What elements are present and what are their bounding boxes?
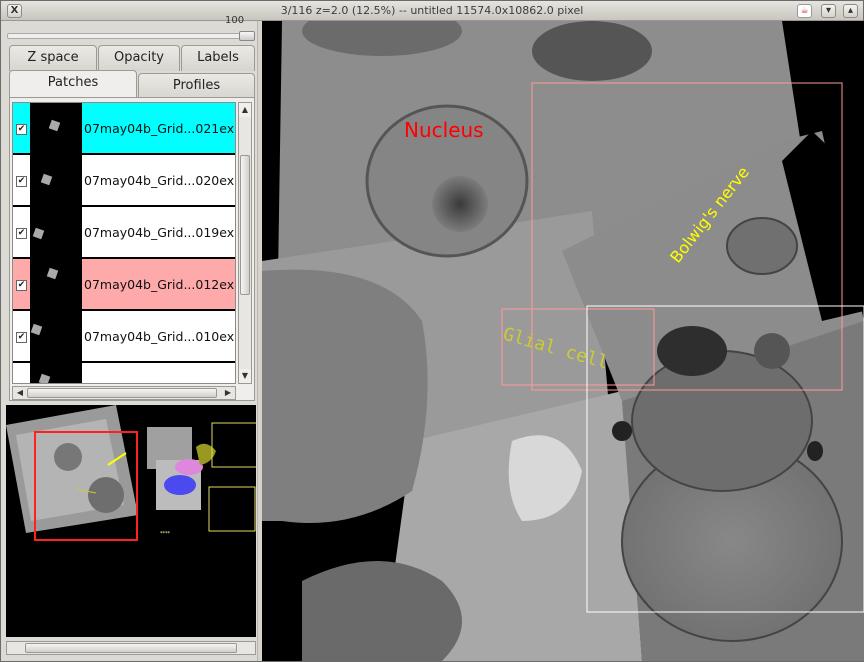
slider-thumb[interactable] [239, 31, 255, 41]
patch-row-0[interactable]: ✔ 07may04b_Grid...021ex [13, 103, 235, 155]
list-horizontal-scrollbar[interactable]: ◀ ▶ [12, 386, 236, 400]
visibility-checkbox[interactable]: ✔ [16, 280, 27, 291]
visibility-checkbox[interactable]: ✔ [16, 228, 27, 239]
scroll-right-icon[interactable]: ▶ [221, 387, 235, 399]
patches-panel: ✔ 07may04b_Grid...021ex ✔ 07may04b_Grid.… [9, 97, 255, 401]
list-vertical-scrollbar[interactable]: ▲ ▼ [238, 102, 252, 384]
patch-name: 07may04b_Grid...021ex [84, 121, 235, 136]
slider-track[interactable] [7, 33, 255, 39]
visibility-checkbox[interactable]: ✔ [16, 124, 27, 135]
image-canvas[interactable]: Nucleus Bolwig's nerve Glial cell [262, 21, 864, 661]
slider-value: 100 [225, 15, 245, 26]
title-bar: X 3/116 z=2.0 (12.5%) -- untitled 11574.… [1, 1, 863, 21]
patch-thumbnail [30, 259, 82, 309]
patch-row-3[interactable]: ✔ 07may04b_Grid...012ex [13, 259, 235, 311]
patch-name: 07may04b_Grid...012ex [84, 277, 235, 292]
visibility-checkbox[interactable]: ✔ [16, 332, 27, 343]
app-window: X 3/116 z=2.0 (12.5%) -- untitled 11574.… [0, 0, 864, 662]
scroll-left-icon[interactable]: ◀ [13, 387, 27, 399]
window-title: 3/116 z=2.0 (12.5%) -- untitled 11574.0x… [280, 4, 584, 17]
transparency-slider[interactable]: 100 [7, 15, 255, 41]
navigator-scrollbar[interactable] [6, 641, 256, 655]
patch-name: 07may04b_Grid...019ex [84, 225, 235, 240]
tab-profiles[interactable]: Profiles [138, 73, 255, 99]
maximize-button[interactable]: ▴ [843, 4, 858, 18]
tab-patches[interactable]: Patches [9, 70, 137, 97]
patch-thumbnail [30, 363, 82, 383]
patch-row-1[interactable]: ✔ 07may04b_Grid...020ex [13, 155, 235, 207]
navigator-overview[interactable]: · **** [6, 405, 256, 637]
tab-opacity[interactable]: Opacity [98, 45, 180, 71]
patch-row-4[interactable]: ✔ 07may04b_Grid...010ex [13, 311, 235, 363]
java-icon: ☕ [797, 4, 812, 18]
em-mosaic: Nucleus Bolwig's nerve Glial cell [262, 21, 864, 661]
patch-thumbnail [30, 103, 82, 153]
patches-list: ✔ 07may04b_Grid...021ex ✔ 07may04b_Grid.… [12, 102, 236, 384]
patch-thumbnail [30, 311, 82, 361]
patch-row-2[interactable]: ✔ 07may04b_Grid...019ex [13, 207, 235, 259]
minimize-button[interactable]: ▾ [821, 4, 836, 18]
svg-text:****: **** [160, 531, 171, 537]
patch-thumbnail [30, 155, 82, 205]
label-nucleus[interactable]: Nucleus [404, 118, 484, 142]
scroll-thumb[interactable] [240, 155, 250, 295]
patch-name: 07may04b_Grid...010ex [84, 329, 235, 344]
tab-labels[interactable]: Labels [181, 45, 255, 71]
patch-row-5[interactable] [13, 363, 235, 383]
scroll-thumb[interactable] [27, 388, 217, 398]
visibility-checkbox[interactable]: ✔ [16, 176, 27, 187]
scroll-thumb[interactable] [25, 643, 237, 653]
navigator-image: · **** [6, 405, 256, 541]
patch-name: 07may04b_Grid...020ex [84, 173, 235, 188]
tab-z-space[interactable]: Z space [9, 45, 97, 71]
scroll-up-icon[interactable]: ▲ [239, 103, 251, 117]
patch-thumbnail [30, 207, 82, 257]
scroll-down-icon[interactable]: ▼ [239, 369, 251, 383]
